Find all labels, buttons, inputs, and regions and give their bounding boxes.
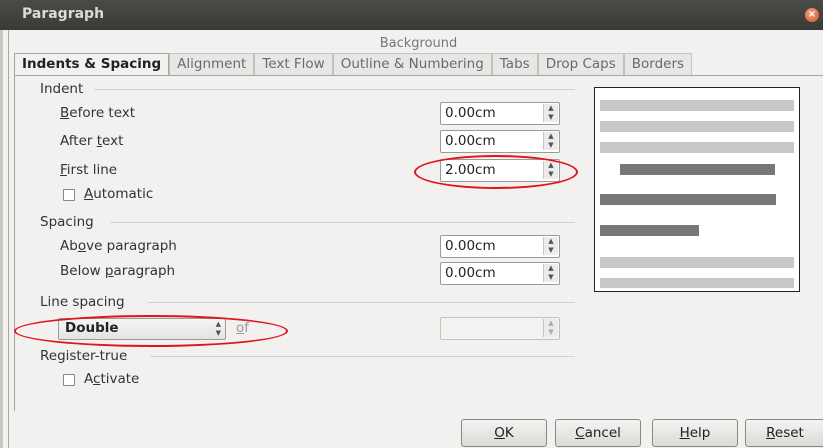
below-paragraph-spinner[interactable]: 0.00cm ▲ ▼: [440, 262, 560, 285]
above-paragraph-spinner[interactable]: 0.00cm ▲ ▼: [440, 235, 560, 258]
indent-section-label: Indent: [40, 81, 84, 97]
spin-arrows-icon[interactable]: ▲ ▼: [543, 104, 558, 122]
before-text-value[interactable]: 0.00cm: [445, 105, 496, 121]
spin-arrows-icon[interactable]: ▲ ▼: [543, 264, 558, 282]
preview-line: [600, 142, 794, 153]
spin-arrows-icon[interactable]: ▲ ▼: [543, 237, 558, 255]
tab-outline-numbering[interactable]: Outline & Numbering: [332, 53, 492, 75]
cancel-button[interactable]: Cancel: [555, 419, 641, 447]
automatic-label: Automatic: [84, 186, 154, 202]
line-spacing-select[interactable]: Double ▲ ▼: [58, 318, 226, 340]
preview-line: [600, 257, 794, 268]
above-paragraph-value[interactable]: 0.00cm: [445, 238, 496, 254]
section-divider: [148, 302, 575, 303]
paragraph-preview: [594, 87, 800, 292]
activate-checkbox[interactable]: [63, 374, 75, 386]
line-spacing-of-spinner[interactable]: ▲ ▼: [440, 317, 560, 340]
chevron-updown-icon: ▲ ▼: [215, 320, 221, 337]
first-line-label: First line: [60, 162, 118, 178]
above-paragraph-label: Above paragraph: [60, 238, 177, 254]
tab-drop-caps[interactable]: Drop Caps: [537, 53, 624, 75]
window-title: Paragraph: [22, 6, 105, 22]
before-text-spinner[interactable]: 0.00cm ▲ ▼: [440, 102, 560, 125]
spin-arrows-icon[interactable]: ▲ ▼: [543, 161, 558, 179]
section-divider: [110, 222, 575, 223]
tab-background[interactable]: Background: [14, 36, 823, 51]
preview-line: [600, 100, 794, 111]
tab-alignment[interactable]: Alignment: [169, 53, 255, 75]
after-text-spinner[interactable]: 0.00cm ▲ ▼: [440, 130, 560, 153]
first-line-spinner[interactable]: 2.00cm ▲ ▼: [440, 159, 560, 182]
tab-row-background: Background: [14, 35, 823, 53]
section-divider: [150, 356, 575, 357]
of-label: of: [236, 320, 250, 336]
line-spacing-value: Double: [65, 320, 119, 336]
tab-row: Indents & Spacing Alignment Text Flow Ou…: [14, 53, 693, 76]
after-text-label: After text: [60, 133, 124, 149]
help-button[interactable]: Help: [652, 419, 738, 447]
tab-indents-spacing[interactable]: Indents & Spacing: [14, 53, 170, 76]
first-line-value[interactable]: 2.00cm: [445, 162, 496, 178]
automatic-checkbox[interactable]: [63, 189, 75, 201]
activate-label: Activate: [84, 371, 140, 387]
preview-line: [600, 225, 699, 236]
line-spacing-section-label: Line spacing: [40, 294, 125, 310]
below-paragraph-value[interactable]: 0.00cm: [445, 265, 496, 281]
spin-arrows-icon[interactable]: ▲ ▼: [543, 132, 558, 150]
tab-tabs[interactable]: Tabs: [491, 53, 538, 75]
before-text-label: Before text: [60, 105, 136, 121]
preview-line: [620, 164, 775, 175]
spacing-section-label: Spacing: [40, 214, 94, 230]
section-divider: [94, 89, 575, 90]
below-paragraph-label: Below paragraph: [60, 263, 176, 279]
preview-line: [600, 278, 794, 288]
preview-line: [600, 194, 776, 205]
reset-button[interactable]: Reset: [745, 419, 823, 447]
after-text-value[interactable]: 0.00cm: [445, 133, 496, 149]
title-bar[interactable]: Paragraph ×: [0, 0, 823, 30]
tab-borders[interactable]: Borders: [623, 53, 693, 75]
spin-arrows-icon: ▲ ▼: [543, 319, 558, 337]
preview-line: [600, 121, 794, 132]
window-edge: [0, 30, 3, 448]
tab-text-flow[interactable]: Text Flow: [254, 53, 333, 75]
ok-button[interactable]: OK: [461, 419, 547, 447]
close-icon[interactable]: ×: [805, 8, 819, 22]
register-true-section-label: Register-true: [40, 348, 128, 364]
